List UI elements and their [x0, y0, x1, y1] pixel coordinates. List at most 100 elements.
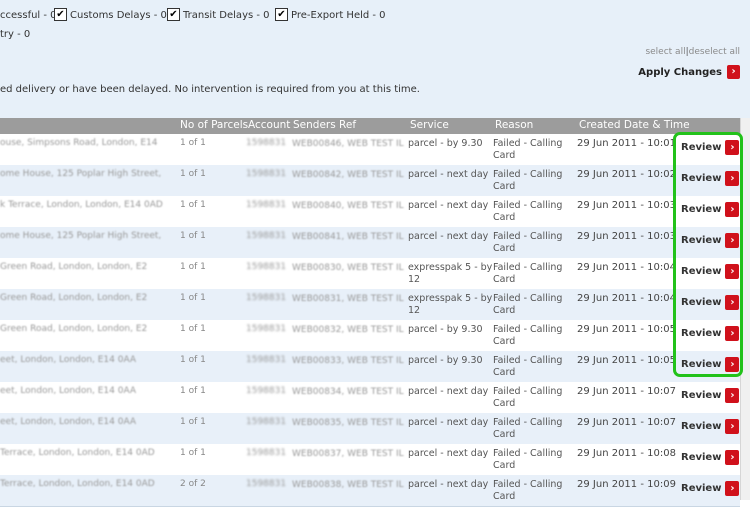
chevron-right-icon: ›	[725, 232, 740, 248]
review-button[interactable]: Review ›	[681, 139, 740, 155]
review-button[interactable]: Review ›	[681, 387, 740, 403]
senders-ref-cell: WEB00831, WEB TEST IL	[292, 294, 404, 304]
review-button[interactable]: Review ›	[681, 294, 740, 310]
reason-cell: Failed - Calling Card	[493, 200, 563, 223]
service-cell: parcel - by 9.30	[408, 324, 483, 335]
deselect-all-link[interactable]: deselect all	[689, 47, 740, 57]
reason-cell: Failed - Calling Card	[493, 169, 563, 192]
senders-ref-cell: WEB00837, WEB TEST IL	[292, 449, 404, 459]
header-parcels: No of Parcels	[180, 119, 249, 131]
header-created: Created Date & Time	[579, 119, 690, 131]
table-row: Terrace, London, London, E14 0AD 2 of 2 15…	[0, 475, 740, 507]
service-cell: parcel - next day	[408, 448, 489, 459]
parcels-cell: 1 of 1	[180, 138, 206, 148]
parcels-cell: 1 of 1	[180, 200, 206, 210]
review-label: Review	[681, 420, 722, 432]
checkbox-checked-icon[interactable]: ✔	[275, 8, 288, 21]
address-cell: Green Road, London, London, E2	[0, 324, 148, 334]
reason-cell: Failed - Calling Card	[493, 324, 563, 347]
reason-cell: Failed - Calling Card	[493, 417, 563, 440]
senders-ref-cell: WEB00833, WEB TEST IL	[292, 356, 404, 366]
senders-ref-cell: WEB00830, WEB TEST IL	[292, 263, 404, 273]
account-cell: 1598831	[246, 324, 287, 334]
address-cell: eet, London, London, E14 0AA	[0, 417, 137, 427]
review-button[interactable]: Review ›	[681, 263, 740, 279]
chevron-right-icon: ›	[727, 65, 740, 79]
service-cell: parcel - next day	[408, 479, 489, 490]
parcels-cell: 2 of 2	[180, 479, 206, 489]
scrollbar[interactable]	[740, 118, 750, 500]
address-cell: ome House, 125 Poplar High Street,	[0, 231, 162, 241]
chevron-right-icon: ›	[725, 201, 740, 217]
parcels-cell: 1 of 1	[180, 293, 206, 303]
chevron-right-icon: ›	[725, 449, 740, 465]
header-reason: Reason	[495, 119, 534, 131]
review-button[interactable]: Review ›	[681, 232, 740, 248]
parcels-cell: 1 of 1	[180, 448, 206, 458]
reason-cell: Failed - Calling Card	[493, 355, 563, 378]
service-cell: expresspak 5 - by 12	[408, 293, 493, 316]
account-cell: 1598831	[246, 355, 287, 365]
table-row: Green Road, London, London, E2 1 of 1 1598…	[0, 258, 740, 290]
review-button[interactable]: Review ›	[681, 201, 740, 217]
filter-line2: try - 0	[0, 29, 31, 40]
senders-ref-cell: WEB00835, WEB TEST IL	[292, 418, 404, 428]
account-cell: 1598831	[246, 200, 287, 210]
address-cell: Green Road, London, London, E2	[0, 293, 148, 303]
address-cell: Terrace, London, London, E14 0AD	[0, 448, 155, 458]
filter-pre-export-held-label: Pre-Export Held - 0	[291, 10, 386, 21]
parcels-cell: 1 of 1	[180, 262, 206, 272]
table-row: Green Road, London, London, E2 1 of 1 1598…	[0, 289, 740, 321]
service-cell: parcel - by 9.30	[408, 355, 483, 366]
address-cell: eet, London, London, E14 0AA	[0, 355, 137, 365]
senders-ref-cell: WEB00832, WEB TEST IL	[292, 325, 404, 335]
header-senders-ref: Senders Ref	[293, 119, 357, 131]
created-cell: 29 Jun 2011 - 10:07	[577, 386, 676, 397]
address-cell: eet, London, London, E14 0AA	[0, 386, 137, 396]
table-header: No of Parcels Account Senders Ref Servic…	[0, 118, 740, 134]
created-cell: 29 Jun 2011 - 10:05	[577, 355, 676, 366]
parcels-cell: 1 of 1	[180, 386, 206, 396]
account-cell: 1598831	[246, 386, 287, 396]
service-cell: parcel - next day	[408, 200, 489, 211]
senders-ref-cell: WEB00838, WEB TEST IL	[292, 480, 404, 490]
table-row: eet, London, London, E14 0AA 1 of 1 159883…	[0, 351, 740, 383]
filter-checkboxes: ccessful - 0 ✔ Customs Delays - 0 ✔ Tran…	[0, 7, 750, 27]
senders-ref-cell: WEB00834, WEB TEST IL	[292, 387, 404, 397]
review-button[interactable]: Review ›	[681, 356, 740, 372]
review-label: Review	[681, 265, 722, 277]
chevron-right-icon: ›	[725, 294, 740, 310]
checkbox-checked-icon[interactable]: ✔	[54, 8, 67, 21]
review-label: Review	[681, 451, 722, 463]
header-service: Service	[410, 119, 449, 131]
select-all-link[interactable]: select all	[645, 47, 685, 57]
review-button[interactable]: Review ›	[681, 325, 740, 341]
created-cell: 29 Jun 2011 - 10:05	[577, 324, 676, 335]
service-cell: parcel - next day	[408, 417, 489, 428]
reason-cell: Failed - Calling Card	[493, 231, 563, 254]
table-row: Green Road, London, London, E2 1 of 1 1598…	[0, 320, 740, 352]
reason-cell: Failed - Calling Card	[493, 386, 563, 409]
review-label: Review	[681, 296, 722, 308]
created-cell: 29 Jun 2011 - 10:08	[577, 448, 676, 459]
review-label: Review	[681, 141, 722, 153]
parcels-cell: 1 of 1	[180, 417, 206, 427]
senders-ref-cell: WEB00842, WEB TEST IL	[292, 170, 404, 180]
review-button[interactable]: Review ›	[681, 418, 740, 434]
chevron-right-icon: ›	[725, 139, 740, 155]
table-row: ome House, 125 Poplar High Street, 1 of 1…	[0, 165, 740, 197]
checkbox-checked-icon[interactable]: ✔	[167, 8, 180, 21]
review-button[interactable]: Review ›	[681, 449, 740, 465]
review-label: Review	[681, 482, 722, 494]
review-label: Review	[681, 234, 722, 246]
review-label: Review	[681, 327, 722, 339]
review-button[interactable]: Review ›	[681, 170, 740, 186]
service-cell: parcel - by 9.30	[408, 138, 483, 149]
service-cell: expresspak 5 - by 12	[408, 262, 493, 285]
account-cell: 1598831	[246, 138, 287, 148]
table-row: ome House, 125 Poplar High Street, 1 of 1…	[0, 227, 740, 259]
review-button[interactable]: Review ›	[681, 480, 740, 496]
apply-changes-button[interactable]: Apply Changes ›	[638, 64, 740, 80]
chevron-right-icon: ›	[725, 356, 740, 372]
chevron-right-icon: ›	[725, 170, 740, 186]
